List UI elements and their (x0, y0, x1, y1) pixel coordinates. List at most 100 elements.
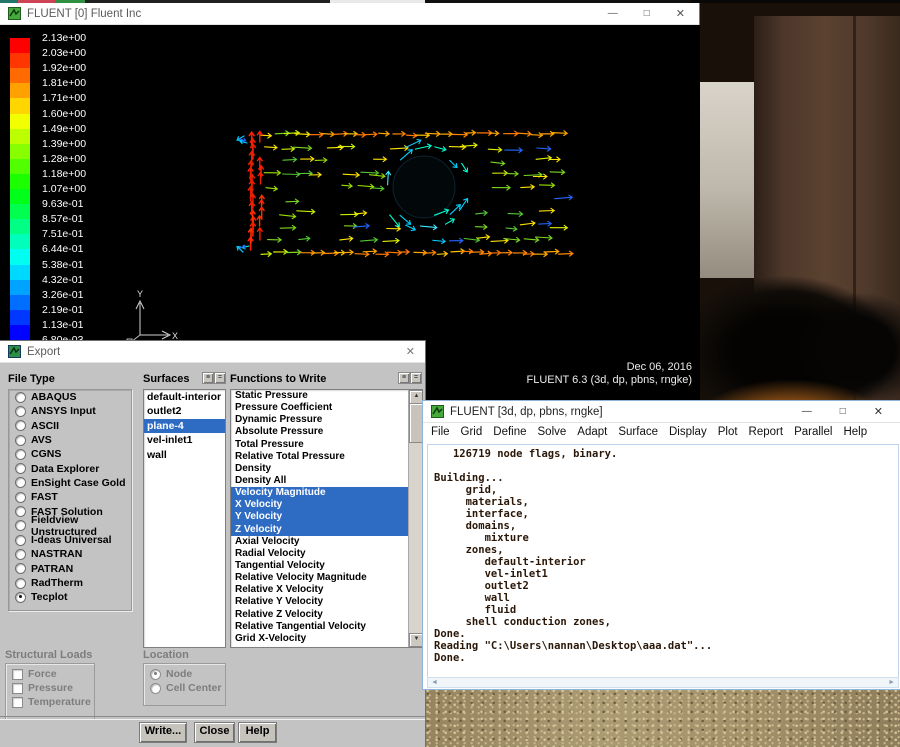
function-item[interactable]: Relative X Velocity (231, 584, 409, 596)
radio-icon[interactable] (15, 548, 26, 560)
export-dialog-title: Export (27, 345, 61, 358)
radio-icon[interactable] (15, 434, 26, 446)
file-type-option[interactable]: AVS (9, 433, 131, 447)
function-item[interactable]: Total Pressure (231, 439, 409, 451)
file-type-option[interactable]: PATRAN (9, 562, 131, 576)
function-item[interactable]: Grid X-Velocity (231, 633, 409, 645)
checkbox-icon (12, 696, 23, 708)
maximize-icon[interactable]: □ (840, 406, 846, 417)
menu-grid[interactable]: Grid (461, 426, 483, 438)
radio-icon[interactable] (15, 577, 26, 589)
export-dialog-titlebar[interactable]: Export ✕ (0, 341, 425, 363)
function-item[interactable]: Pressure Coefficient (231, 402, 409, 414)
menu-define[interactable]: Define (493, 426, 526, 438)
menu-display[interactable]: Display (669, 426, 707, 438)
menu-help[interactable]: Help (843, 426, 867, 438)
file-type-option[interactable]: EnSight Case Gold (9, 476, 131, 490)
radio-icon[interactable] (15, 448, 26, 460)
menu-adapt[interactable]: Adapt (577, 426, 607, 438)
file-type-option[interactable]: CGNS (9, 447, 131, 461)
file-type-option-label: ABAQUS (31, 391, 77, 404)
functions-select-icon[interactable]: = (410, 372, 422, 384)
function-item[interactable]: Y Velocity (231, 511, 409, 524)
radio-icon[interactable] (15, 420, 26, 432)
surface-item[interactable]: outlet2 (144, 404, 225, 418)
menu-report[interactable]: Report (749, 426, 784, 438)
scroll-left-icon[interactable]: ◄ (431, 679, 438, 686)
radio-icon[interactable] (15, 506, 26, 518)
radio-icon (150, 668, 161, 680)
menu-plot[interactable]: Plot (718, 426, 738, 438)
checkbox-icon (12, 668, 23, 680)
function-item[interactable]: Relative Total Pressure (231, 451, 409, 463)
console-hscrollbar[interactable]: ◄ ► (427, 677, 899, 688)
file-type-option[interactable]: NASTRAN (9, 547, 131, 561)
file-type-option[interactable]: Fieldview Unstructured (9, 514, 131, 538)
file-type-option[interactable]: ASCII (9, 419, 131, 433)
function-item[interactable]: Density (231, 463, 409, 475)
menu-file[interactable]: File (431, 426, 450, 438)
help-button[interactable]: Help (238, 722, 277, 743)
surface-item[interactable]: plane-4 (144, 418, 225, 434)
radio-icon[interactable] (15, 463, 26, 475)
surface-item[interactable]: wall (144, 448, 225, 462)
function-item[interactable]: Static Pressure (231, 390, 409, 402)
file-type-option[interactable]: ABAQUS (9, 390, 131, 404)
function-item[interactable]: Density All (231, 475, 409, 487)
functions-menu-icon[interactable]: ≡ (398, 372, 410, 384)
function-item[interactable]: Relative Y Velocity (231, 596, 409, 608)
function-item[interactable]: Tangential Velocity (231, 560, 409, 572)
close-button[interactable]: Close (194, 722, 235, 743)
function-item[interactable]: Radial Velocity (231, 548, 409, 560)
structural-load-label: Pressure (28, 682, 73, 694)
surface-item[interactable]: default-interior (144, 390, 225, 404)
radio-icon[interactable] (15, 477, 26, 489)
surfaces-menu-icon[interactable]: ≡ (202, 372, 214, 384)
radio-icon[interactable] (15, 391, 26, 403)
close-icon[interactable]: ✕ (874, 405, 883, 418)
radio-icon[interactable] (15, 520, 26, 532)
function-item[interactable]: X Velocity (231, 499, 409, 512)
menu-parallel[interactable]: Parallel (794, 426, 832, 438)
close-icon[interactable]: ✕ (676, 7, 685, 20)
function-item[interactable]: Relative Tangential Velocity (231, 621, 409, 633)
graphics-titlebar[interactable]: FLUENT [0] Fluent Inc — □ ✕ (0, 3, 699, 25)
radio-icon[interactable] (15, 563, 26, 575)
minimize-icon[interactable]: — (608, 8, 618, 19)
function-item[interactable]: Relative Z Velocity (231, 609, 409, 621)
file-type-option-label: Data Explorer (31, 462, 100, 475)
write-button[interactable]: Write... (139, 722, 187, 743)
function-item[interactable]: Z Velocity (231, 523, 409, 536)
radio-icon[interactable] (15, 491, 26, 503)
file-type-option[interactable]: ANSYS Input (9, 404, 131, 418)
menu-solve[interactable]: Solve (538, 426, 567, 438)
close-icon[interactable]: ✕ (406, 345, 415, 358)
radio-icon[interactable] (15, 405, 26, 417)
function-item[interactable]: Absolute Pressure (231, 426, 409, 438)
menu-surface[interactable]: Surface (618, 426, 658, 438)
radio-icon[interactable] (15, 591, 26, 603)
surfaces-select-icon[interactable]: = (214, 372, 226, 384)
surface-item[interactable]: vel-inlet1 (144, 433, 225, 447)
console-output-area[interactable]: 126719 node flags, binary. Building... g… (427, 444, 899, 679)
scroll-down-icon[interactable]: ▼ (409, 633, 422, 647)
scroll-up-icon[interactable]: ▲ (409, 390, 422, 404)
file-type-option-label: ASCII (31, 419, 60, 432)
function-item[interactable]: Velocity Magnitude (231, 487, 409, 500)
function-item[interactable]: Dynamic Pressure (231, 414, 409, 426)
minimize-icon[interactable]: — (802, 406, 812, 417)
console-titlebar[interactable]: FLUENT [3d, dp, pbns, rngke] — □ ✕ (423, 401, 900, 423)
file-type-option[interactable]: RadTherm (9, 576, 131, 590)
location-option-label: Node (166, 668, 193, 680)
radio-icon[interactable] (15, 534, 26, 546)
structural-loads-label: Structural Loads (5, 649, 93, 661)
function-item[interactable]: Relative Velocity Magnitude (231, 572, 409, 584)
scrollbar-thumb[interactable] (409, 403, 422, 443)
functions-scrollbar[interactable]: ▲ ▼ (408, 390, 422, 647)
function-item[interactable]: Axial Velocity (231, 536, 409, 548)
file-type-option[interactable]: Data Explorer (9, 461, 131, 475)
scroll-right-icon[interactable]: ► (888, 679, 895, 686)
file-type-option[interactable]: Tecplot (9, 590, 131, 604)
maximize-icon[interactable]: □ (644, 8, 650, 19)
file-type-option[interactable]: FAST (9, 490, 131, 504)
